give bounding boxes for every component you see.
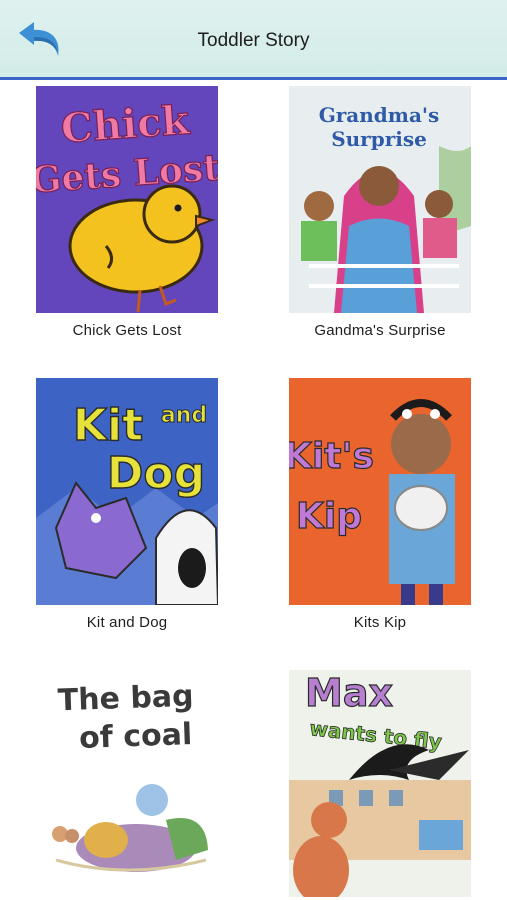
book-cover[interactable]: Kit's Kip (289, 378, 471, 605)
cover-title-line-1: Max (305, 671, 393, 715)
cover-art: Max wants to fly (289, 670, 471, 897)
cover-title-line-2: of coal (79, 717, 193, 756)
cover-art: Chick Gets Lost (36, 86, 218, 313)
page-title: Toddler Story (197, 30, 310, 51)
book-grid: Chick Gets Lost Chick Gets Lost Grandma'… (0, 80, 507, 900)
cover-title-line-1: Grandma's (319, 103, 440, 127)
book-cover[interactable]: Max wants to fly (289, 670, 471, 897)
book-title: Kit and Dog (86, 614, 168, 631)
book-cover[interactable]: Kit and Dog (36, 378, 218, 605)
cover-title-line-1: Kit (73, 400, 143, 451)
cover-art: The bag of coal (36, 670, 218, 897)
cover-title-line-1: Chick (59, 97, 191, 153)
cover-title-line-1: The bag (57, 679, 194, 719)
cover-title-line-3: Dog (107, 448, 205, 499)
cover-title-line-2: and (161, 403, 207, 428)
cover-title-line-2: Kip (296, 496, 362, 537)
app-header: Toddler Story (0, 0, 507, 80)
cover-title-line-2: Surprise (331, 127, 427, 151)
cover-art: Grandma's Surprise (289, 86, 471, 313)
cover-art: Kit's Kip (289, 378, 471, 605)
book-title: Chick Gets Lost (72, 322, 182, 339)
book-cover[interactable]: Grandma's Surprise (289, 86, 471, 313)
cover-title-line-1: Kit's (289, 436, 374, 477)
cover-art: Kit and Dog (36, 378, 218, 605)
book-cover[interactable]: The bag of coal (36, 670, 218, 897)
book-title: Kits Kip (353, 614, 407, 631)
book-cover[interactable]: Chick Gets Lost (36, 86, 218, 313)
book-title: Gandma's Surprise (314, 322, 446, 339)
